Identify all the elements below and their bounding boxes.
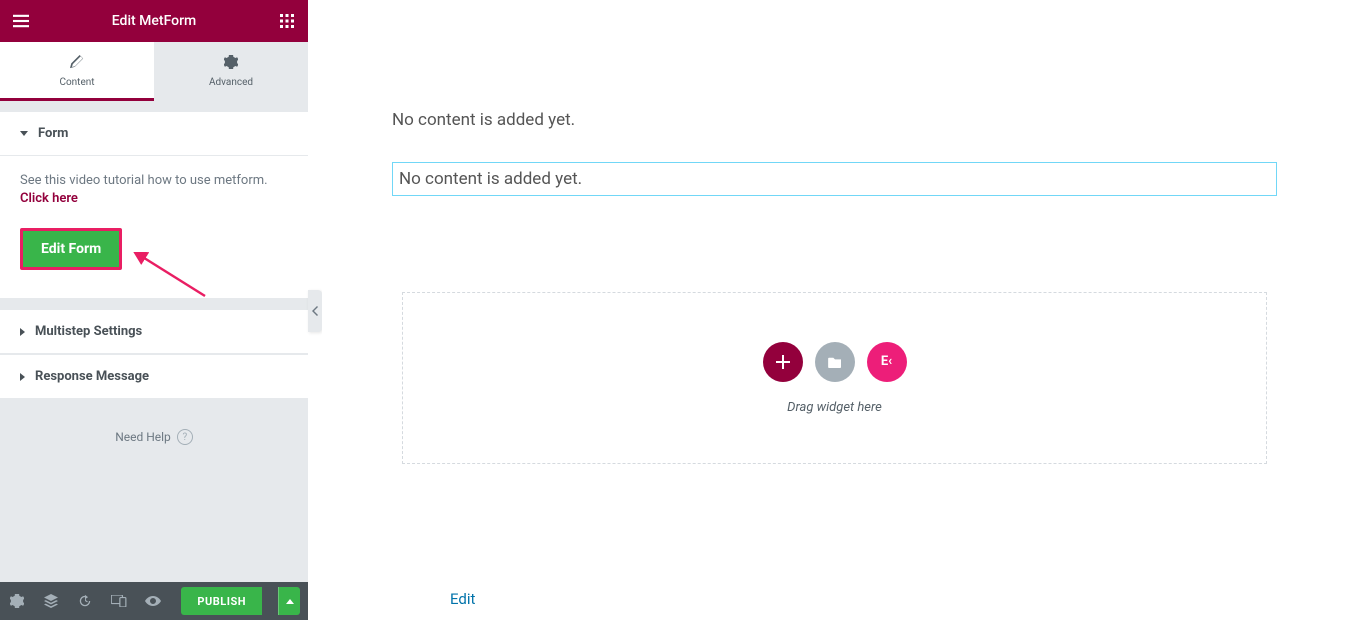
need-help-label: Need Help [115, 430, 171, 444]
editor-canvas: No content is added yet. No content is a… [322, 0, 1347, 620]
collapse-sidebar-handle[interactable] [308, 290, 322, 332]
section-title: Form [38, 126, 68, 141]
sidebar-header: Edit MetForm [0, 0, 308, 42]
menu-icon[interactable] [12, 12, 30, 30]
preview-icon[interactable] [144, 592, 162, 610]
tab-advanced[interactable]: Advanced [154, 42, 308, 100]
elementskit-button[interactable]: E‹ [867, 342, 907, 382]
pencil-icon [70, 55, 84, 73]
section-title: Multistep Settings [35, 324, 142, 339]
selected-widget[interactable]: No content is added yet. [392, 162, 1277, 196]
edit-link[interactable]: Edit [450, 590, 475, 608]
tab-content[interactable]: Content [0, 42, 154, 100]
tab-label: Advanced [209, 77, 253, 88]
settings-icon[interactable] [8, 592, 26, 610]
content-area: No content is added yet. No content is a… [322, 0, 1347, 464]
bottom-toolbar: PUBLISH [0, 582, 308, 620]
apps-icon[interactable] [278, 12, 296, 30]
dropzone-hint: Drag widget here [787, 400, 882, 415]
responsive-icon[interactable] [110, 592, 128, 610]
sidebar-tabs: Content Advanced [0, 42, 308, 100]
question-icon: ? [177, 429, 193, 445]
section-multistep-header[interactable]: Multistep Settings [0, 310, 308, 354]
need-help[interactable]: Need Help ? [0, 399, 308, 475]
section-form-header[interactable]: Form [0, 112, 308, 156]
help-link[interactable]: Click here [20, 191, 78, 206]
empty-message: No content is added yet. [392, 110, 1277, 130]
gear-icon [224, 55, 238, 73]
dropzone-actions: E‹ [763, 342, 907, 382]
caret-up-icon [286, 599, 294, 604]
section-form-body: See this video tutorial how to use metfo… [0, 156, 308, 298]
section-title: Response Message [35, 369, 149, 384]
sidebar-title: Edit MetForm [30, 13, 278, 29]
caret-right-icon [20, 373, 25, 381]
help-text-prefix: See this video tutorial how to use metfo… [20, 173, 268, 188]
divider [0, 298, 308, 310]
caret-down-icon [20, 131, 28, 136]
widget-dropzone[interactable]: E‹ Drag widget here [402, 292, 1267, 464]
caret-right-icon [20, 328, 25, 336]
layers-icon[interactable] [42, 592, 60, 610]
edit-form-button[interactable]: Edit Form [20, 228, 122, 270]
divider [0, 100, 308, 112]
publish-options-button[interactable] [278, 587, 300, 615]
add-section-button[interactable] [763, 342, 803, 382]
sidebar-panel: Edit MetForm Content Advanced Form See t [0, 0, 308, 620]
panel-sections: Form See this video tutorial how to use … [0, 100, 308, 582]
publish-button[interactable]: PUBLISH [181, 587, 262, 615]
tab-label: Content [59, 77, 94, 88]
template-library-button[interactable] [815, 342, 855, 382]
help-text: See this video tutorial how to use metfo… [20, 172, 288, 208]
history-icon[interactable] [76, 592, 94, 610]
section-response-header[interactable]: Response Message [0, 355, 308, 399]
